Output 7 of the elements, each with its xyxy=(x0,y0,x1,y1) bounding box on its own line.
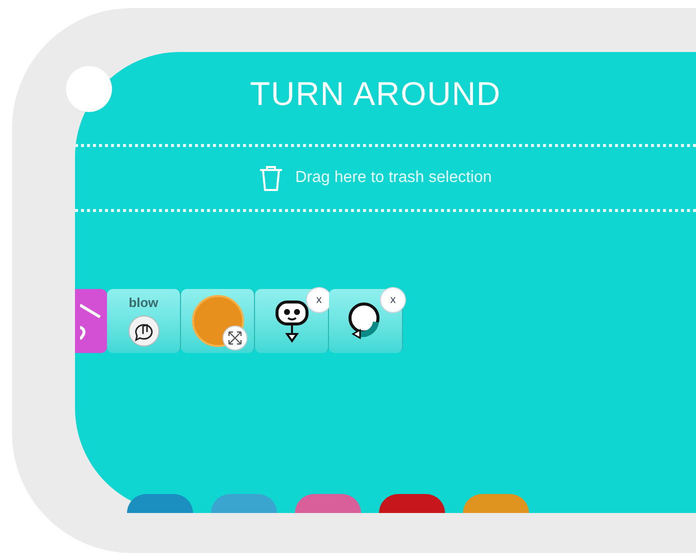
block-label: blow xyxy=(128,295,158,311)
program-block[interactable]: x xyxy=(329,289,403,353)
screen-title: TURN AROUND xyxy=(250,74,502,114)
program-block[interactable]: x xyxy=(255,289,329,353)
program-block[interactable]: blow xyxy=(107,289,181,353)
remove-button[interactable]: x xyxy=(380,287,406,313)
trash-hint: Drag here to trash selection xyxy=(295,168,492,188)
